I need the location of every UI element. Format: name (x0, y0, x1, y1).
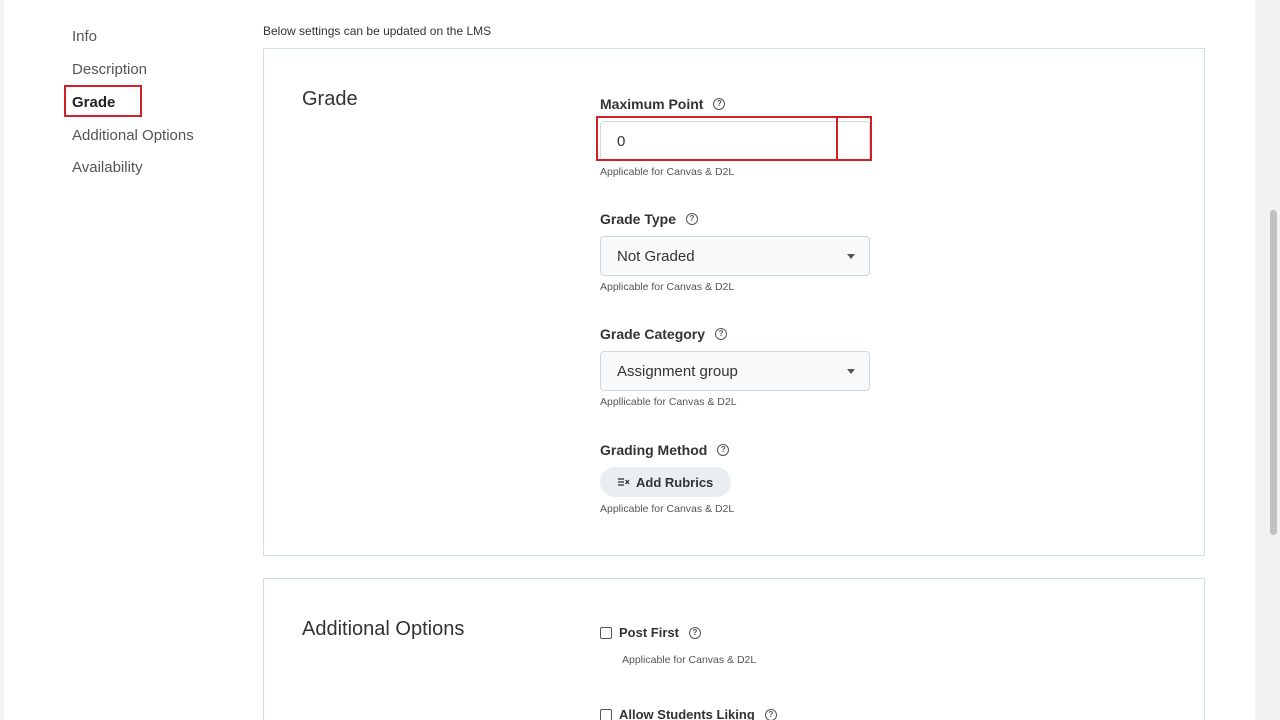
sidebar-item-availability[interactable]: Availability (72, 159, 143, 176)
grade-type-label: Grade Type ? (600, 211, 698, 227)
allow-liking-row: Allow Students Liking ? (600, 707, 777, 720)
sidebar-item-grade[interactable]: Grade (72, 94, 115, 111)
scrollbar-thumb[interactable] (1270, 210, 1277, 535)
sidebar-item-info[interactable]: Info (72, 28, 97, 45)
settings-sidebar: Info Description Grade Additional Option… (4, 0, 254, 720)
max-point-hint: Applicable for Canvas & D2L (600, 166, 735, 178)
grade-type-hint: Applicable for Canvas & D2L (600, 281, 735, 293)
scrollbar-track[interactable] (1268, 0, 1280, 720)
add-rubrics-label: Add Rubrics (636, 474, 714, 490)
grade-category-hint: Appllicable for Canvas & D2L (600, 396, 737, 408)
add-rubrics-button[interactable]: Add Rubrics (600, 467, 732, 497)
grade-type-label-text: Grade Type (600, 211, 676, 227)
additional-options-card: Additional Options Post First ? Applicab… (263, 578, 1205, 720)
grade-type-selected-value: Not Graded (617, 247, 695, 265)
grade-category-select[interactable]: Assignment group (600, 351, 870, 391)
sidebar-item-additional-options[interactable]: Additional Options (72, 127, 194, 144)
max-point-label: Maximum Point ? (600, 96, 726, 112)
grade-type-select[interactable]: Not Graded (600, 236, 870, 276)
caret-down-icon (847, 368, 855, 374)
additional-options-title: Additional Options (302, 618, 465, 640)
grading-method-hint: Applicable for Canvas & D2L (600, 503, 735, 515)
grading-method-label-text: Grading Method (600, 442, 708, 458)
allow-liking-checkbox[interactable] (600, 708, 612, 720)
post-first-checkbox[interactable] (600, 626, 612, 639)
post-first-row: Post First ? (600, 625, 701, 640)
max-point-label-text: Maximum Point (600, 96, 704, 112)
help-circle-icon[interactable]: ? (686, 213, 698, 225)
post-first-label: Post First (619, 625, 679, 640)
help-circle-icon[interactable]: ? (713, 98, 726, 110)
settings-page: Info Description Grade Additional Option… (4, 0, 1255, 720)
sidebar-item-description[interactable]: Description (72, 61, 147, 78)
grade-category-label-text: Grade Category (600, 326, 706, 342)
grade-category-label: Grade Category ? (600, 326, 728, 342)
post-first-hint: Applicable for Canvas & D2L (622, 654, 757, 666)
grade-card-title: Grade (302, 88, 358, 110)
caret-down-icon (847, 253, 855, 259)
help-circle-icon[interactable]: ? (688, 626, 701, 639)
help-circle-icon[interactable]: ? (715, 328, 728, 340)
help-circle-icon[interactable]: ? (717, 444, 730, 456)
lms-settings-note: Below settings can be updated on the LMS (263, 24, 492, 38)
grading-method-label: Grading Method ? (600, 442, 730, 458)
help-circle-icon[interactable]: ? (764, 708, 777, 720)
max-point-input[interactable] (600, 121, 870, 161)
grade-card: Grade Maximum Point ? Applicable for Can… (263, 48, 1205, 556)
allow-liking-label: Allow Students Liking (619, 707, 755, 720)
grade-category-selected-value: Assignment group (617, 362, 738, 380)
rubric-list-icon (618, 478, 630, 486)
